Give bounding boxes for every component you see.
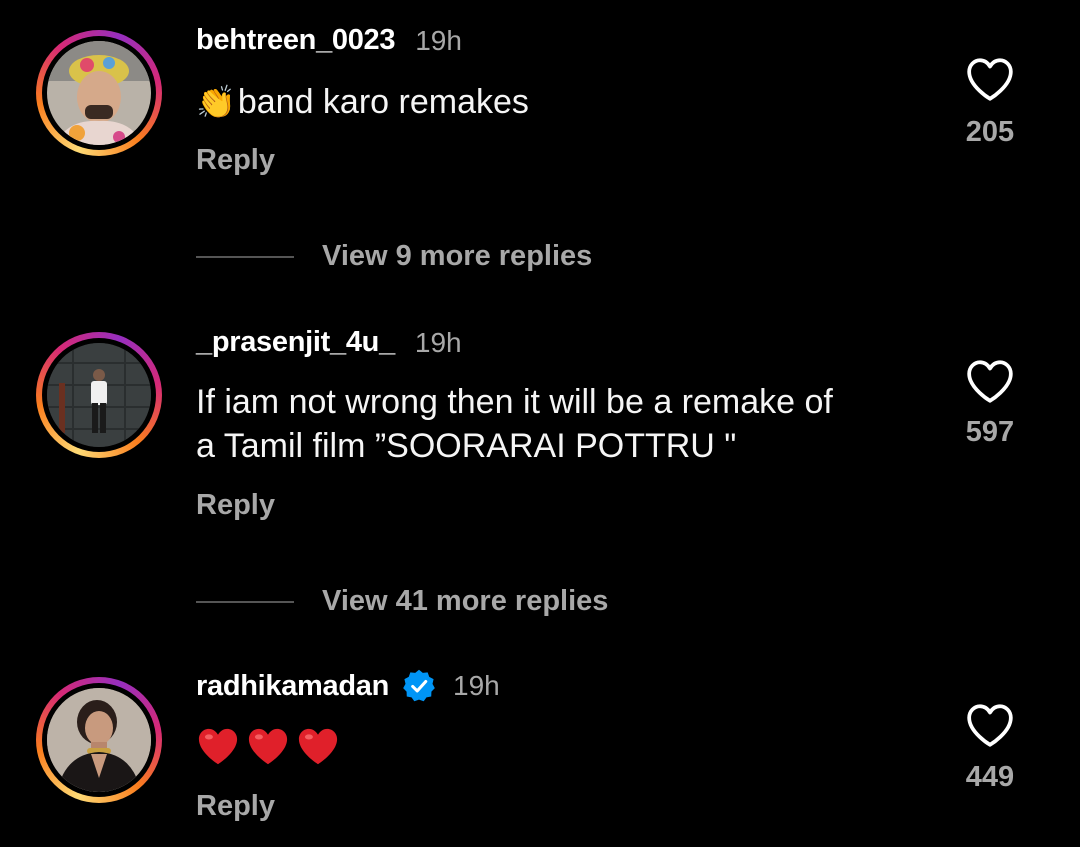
clapping-hands-icon: 👏 [196, 84, 236, 120]
avatar-photo [47, 41, 151, 145]
avatar[interactable] [36, 677, 162, 803]
divider [196, 600, 294, 603]
comment-text: 👏band karo remakes [196, 80, 926, 124]
username[interactable]: radhikamadan [196, 670, 389, 703]
view-replies-label: View 9 more replies [322, 240, 593, 272]
like-button[interactable] [960, 358, 1020, 409]
avatar[interactable] [36, 30, 162, 156]
avatar-photo [47, 688, 151, 792]
reply-button[interactable]: Reply [196, 790, 275, 823]
red-heart-icon [298, 728, 338, 765]
like-count: 597 [965, 416, 1015, 448]
comment-header: behtreen_0023 19h [196, 24, 462, 57]
comment-text [196, 726, 926, 766]
like-count: 205 [965, 116, 1015, 148]
verified-badge-icon [403, 669, 435, 702]
view-replies-button[interactable]: View 41 more replies [196, 585, 608, 618]
view-replies-button[interactable]: View 9 more replies [196, 240, 592, 273]
hearts-emoji [196, 726, 926, 766]
avatar[interactable] [36, 332, 162, 458]
like-count: 449 [965, 761, 1015, 793]
comment-body-line: If iam not wrong then it will be a remak… [196, 383, 833, 421]
divider [196, 255, 294, 258]
heart-outline-icon [967, 704, 1013, 747]
comment-body: band karo remakes [237, 83, 529, 121]
comment-header: _prasenjit_4u_ 19h [196, 326, 462, 359]
avatar-photo [47, 343, 151, 447]
heart-outline-icon [967, 58, 1013, 101]
timestamp: 19h [453, 670, 500, 701]
red-heart-icon [198, 728, 238, 765]
heart-outline-icon [967, 360, 1013, 403]
view-replies-label: View 41 more replies [322, 585, 609, 617]
like-button[interactable] [960, 56, 1020, 107]
red-heart-icon [248, 728, 288, 765]
comment-body-line: a Tamil film ”SOORARAI POTTRU " [196, 427, 737, 465]
username[interactable]: _prasenjit_4u_ [196, 326, 395, 359]
timestamp: 19h [414, 326, 462, 358]
timestamp: 19h [415, 24, 462, 56]
comment-header: radhikamadan 19h [196, 668, 500, 704]
like-button[interactable] [960, 702, 1020, 753]
comment-text: If iam not wrong then it will be a remak… [196, 380, 926, 468]
reply-button[interactable]: Reply [196, 144, 275, 177]
username[interactable]: behtreen_0023 [196, 24, 396, 57]
reply-button[interactable]: Reply [196, 489, 275, 522]
